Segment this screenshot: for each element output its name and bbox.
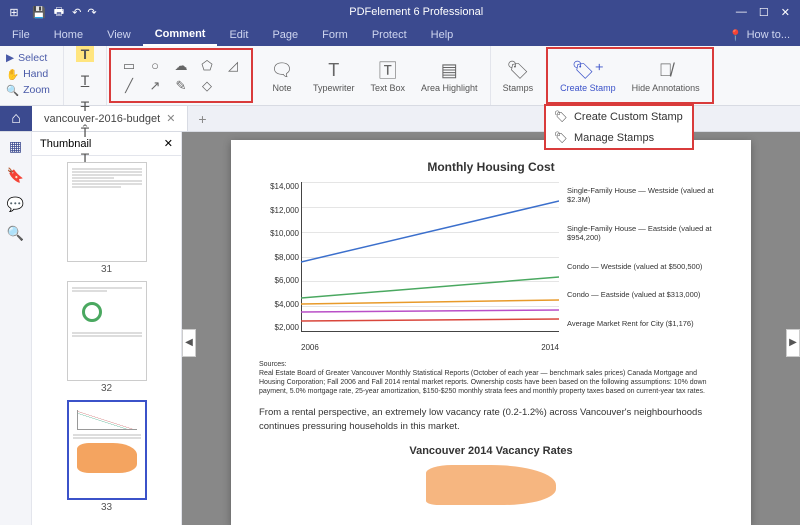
vacancy-map (426, 465, 556, 505)
menu-form[interactable]: Form (310, 24, 360, 46)
menu-edit[interactable]: Edit (217, 24, 260, 46)
menu-bar: File Home View Comment Edit Page Form Pr… (0, 24, 800, 46)
create-stamp-dropdown: 🏷Create Custom Stamp 🏷Manage Stamps (544, 104, 694, 150)
area-highlight-button[interactable]: ▤Area Highlight (413, 56, 486, 95)
menu-file[interactable]: File (0, 24, 42, 46)
thumbnail-page-33[interactable]: 33 (62, 400, 152, 513)
undo-icon[interactable]: ↶ (64, 6, 81, 19)
ribbon: ▶ Select ✋ Hand 🔍 Zoom T T T T̂ T̰ ▭ ○ ☁… (0, 46, 800, 106)
tab-close-icon[interactable]: ✕ (166, 112, 175, 125)
note-button[interactable]: 🗨Note (259, 56, 305, 95)
menu-protect[interactable]: Protect (360, 24, 419, 46)
search-icon[interactable]: 🔍 (7, 225, 24, 242)
stamp-tools: 🏷Stamps (491, 46, 546, 105)
thumbnail-page-32[interactable]: 32 (62, 281, 152, 394)
hand-tool[interactable]: ✋ Hand (6, 66, 57, 82)
area-highlight-icon: ▤ (441, 58, 458, 82)
app-title: PDFelement 6 Professional (97, 6, 736, 18)
stamps-button[interactable]: 🏷Stamps (495, 56, 542, 95)
select-tool[interactable]: ▶ Select (6, 50, 57, 66)
title-bar: ⊞ 💾 🖶 ↶ ↷ PDFelement 6 Professional — ☐ … (0, 0, 800, 24)
underline-icon[interactable]: T (74, 72, 96, 88)
menu-page[interactable]: Page (260, 24, 310, 46)
shapes-group: ▭ ○ ☁ ⬠ ◿ ╱ ↗ ✎ ◇ (109, 48, 253, 103)
tab-label: vancouver-2016-budget (44, 113, 160, 125)
highlight-icon[interactable]: T (76, 46, 94, 62)
redo-icon[interactable]: ↷ (81, 6, 96, 19)
select-tool-group: ▶ Select ✋ Hand 🔍 Zoom (0, 46, 64, 105)
create-custom-stamp-item[interactable]: 🏷Create Custom Stamp (546, 106, 692, 127)
stamp-icon: 🏷 (506, 58, 529, 82)
menu-view[interactable]: View (95, 24, 143, 46)
typewriter-icon: T (328, 58, 339, 82)
typewriter-button[interactable]: TTypewriter (305, 56, 363, 95)
menu-home[interactable]: Home (42, 24, 95, 46)
howto-link[interactable]: 📍How to... (729, 29, 800, 42)
thumbnail-page-31[interactable]: 31 (62, 162, 152, 275)
stamp-gear-icon: 🏷 (554, 131, 568, 144)
caret-icon[interactable]: T̂ (74, 124, 96, 140)
cloud-icon[interactable]: ☁ (173, 58, 189, 74)
housing-cost-chart: $14,000 $12,000 $10,000 $8,000 $6,000 $4… (259, 182, 559, 352)
app-logo-icon: ⊞ (0, 6, 28, 19)
pencil-icon[interactable]: ✎ (173, 78, 189, 94)
scroll-left-button[interactable]: ◀ (182, 329, 196, 357)
polyline-icon[interactable]: ◿ (225, 58, 241, 74)
annotation-tools: 🗨Note TTypewriter 🅃Text Box ▤Area Highli… (255, 46, 490, 105)
zoom-tool[interactable]: 🔍 Zoom (6, 82, 57, 98)
maximize-button[interactable]: ☐ (759, 6, 769, 19)
document-area: ◀ ▶ Monthly Housing Cost $14,000 $12,000… (182, 132, 800, 525)
add-tab-button[interactable]: + (188, 111, 216, 127)
minimize-button[interactable]: — (736, 6, 747, 19)
bookmark-icon[interactable]: 🔖 (7, 167, 24, 184)
textbox-button[interactable]: 🅃Text Box (363, 56, 414, 95)
sources-text: Real Estate Board of Greater Vancouver M… (259, 369, 723, 396)
chart-title: Monthly Housing Cost (259, 160, 723, 174)
thumbnail-panel: Thumbnail ✕ 31 32 33 (32, 132, 182, 525)
thumbnails-icon[interactable]: ▦ (9, 138, 22, 155)
chart-lines (301, 182, 559, 332)
document-page: Monthly Housing Cost $14,000 $12,000 $10… (231, 140, 751, 525)
create-stamp-group: 🏷⁺Create Stamp 👁̸Hide Annotations (546, 47, 714, 104)
polygon-icon[interactable]: ⬠ (199, 58, 215, 74)
thumbnail-close-icon[interactable]: ✕ (164, 137, 173, 150)
menu-help[interactable]: Help (419, 24, 466, 46)
save-icon[interactable]: 💾 (28, 6, 46, 19)
body-paragraph: From a rental perspective, an extremely … (259, 406, 723, 433)
document-tab[interactable]: vancouver-2016-budget ✕ (32, 106, 188, 131)
line-icon[interactable]: ╱ (121, 78, 137, 94)
close-button[interactable]: ✕ (781, 6, 790, 19)
manage-stamps-item[interactable]: 🏷Manage Stamps (546, 127, 692, 148)
text-format-group: T T T T̂ T̰ (64, 46, 107, 105)
pin-icon: 📍 (729, 29, 743, 42)
comments-icon[interactable]: 💬 (7, 196, 24, 213)
menu-comment[interactable]: Comment (143, 24, 218, 46)
subchart-title: Vancouver 2014 Vacancy Rates (259, 445, 723, 457)
note-icon: 🗨 (271, 58, 294, 82)
chart-legend: Single-Family House — Westside (valued a… (567, 182, 723, 352)
print-icon[interactable]: 🖶 (46, 3, 64, 22)
circle-icon[interactable]: ○ (147, 58, 163, 74)
stamp-plus-icon: 🏷 (554, 110, 568, 123)
sidebar-rail: ▦ 🔖 💬 🔍 (0, 132, 32, 525)
textbox-icon: 🅃 (379, 58, 397, 82)
hide-icon: 👁̸ (659, 58, 673, 82)
scroll-right-button[interactable]: ▶ (786, 329, 800, 357)
sources-heading: Sources: (259, 360, 723, 369)
rectangle-icon[interactable]: ▭ (121, 58, 137, 74)
create-stamp-icon: 🏷⁺ (572, 58, 604, 82)
eraser-icon[interactable]: ◇ (199, 78, 215, 94)
arrow-icon[interactable]: ↗ (147, 78, 163, 94)
home-tab[interactable]: ⌂ (0, 106, 32, 131)
hide-annotations-button[interactable]: 👁̸Hide Annotations (624, 56, 708, 95)
strikethrough-icon[interactable]: T (74, 98, 96, 114)
create-stamp-button[interactable]: 🏷⁺Create Stamp (552, 56, 624, 95)
